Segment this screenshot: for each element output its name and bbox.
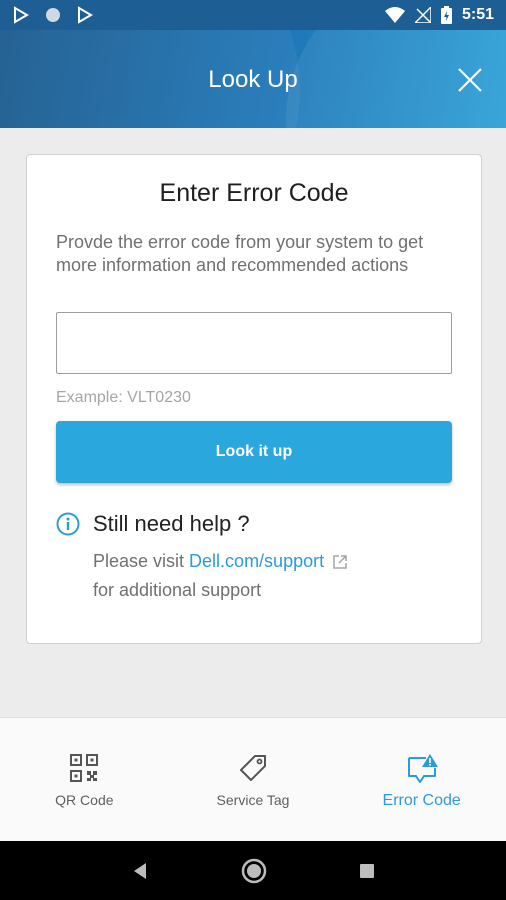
card-title: Enter Error Code [159, 179, 349, 207]
home-icon[interactable] [241, 858, 267, 884]
error-code-input[interactable] [56, 312, 452, 374]
support-link[interactable]: Dell.com/support [189, 551, 324, 572]
close-icon[interactable] [456, 66, 484, 94]
nav-item-error-code[interactable]: Error Code [337, 718, 506, 841]
external-link-icon[interactable] [332, 554, 348, 570]
help-visit-prefix: Please visit [93, 551, 185, 571]
qr-code-icon [70, 754, 99, 782]
help-title: Still need help ? [93, 511, 250, 536]
system-nav-bar [0, 841, 506, 900]
recents-icon[interactable] [358, 862, 376, 880]
tag-icon [240, 755, 266, 781]
info-icon [56, 512, 80, 536]
look-it-up-button[interactable]: Look it up [56, 421, 452, 483]
nav-item-service-tag[interactable]: Service Tag [169, 718, 338, 841]
nav-label-error-code: Error Code [382, 792, 461, 809]
page-title: Look Up [208, 66, 298, 93]
nav-item-qr-code[interactable]: QR Code [0, 718, 169, 841]
nav-label-qr-code: QR Code [55, 792, 114, 808]
play-store-icon [78, 6, 93, 24]
no-signal-icon [414, 7, 431, 23]
error-code-icon [407, 754, 438, 783]
status-bar: 5:51 [0, 0, 506, 30]
circle-icon [46, 8, 60, 22]
nav-label-service-tag: Service Tag [216, 792, 290, 808]
wifi-icon [384, 7, 405, 23]
status-time: 5:51 [461, 6, 494, 23]
back-icon[interactable] [130, 861, 150, 881]
bottom-nav: QR Code Service Tag Error Code [0, 717, 506, 841]
help-suffix: for additional support [93, 580, 262, 600]
example-hint: Example: VLT0230 [56, 389, 191, 406]
app-header: Look Up [0, 30, 506, 128]
help-visit-line: Please visit Dell.com/support [93, 551, 348, 572]
battery-icon [440, 6, 452, 24]
play-store-icon [14, 6, 29, 24]
error-code-card: Enter Error Code Provde the error code f… [26, 154, 482, 644]
card-description: Provde the error code from your system t… [56, 232, 424, 275]
